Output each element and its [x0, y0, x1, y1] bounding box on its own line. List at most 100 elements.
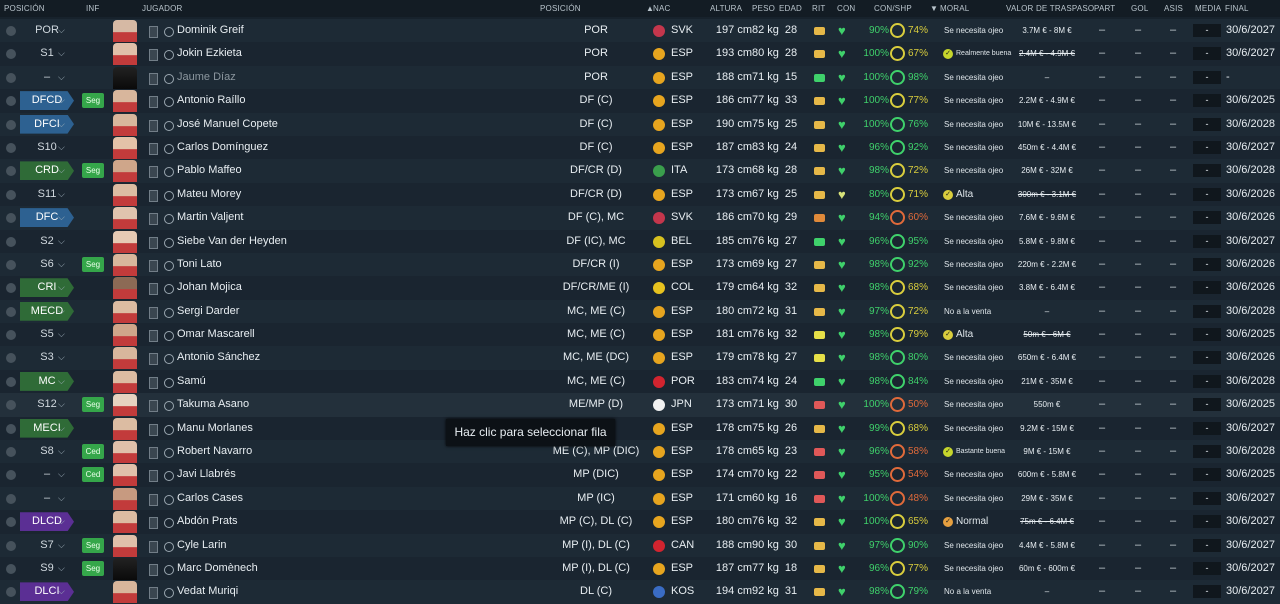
- chevron-down-icon[interactable]: ⌵: [58, 557, 68, 580]
- col-posicion[interactable]: POSICIÓN: [4, 4, 45, 13]
- col-rit[interactable]: RIT: [812, 4, 826, 13]
- row-checkbox[interactable]: [6, 166, 16, 177]
- row-checkbox[interactable]: [6, 213, 16, 224]
- chevron-down-icon[interactable]: ⌵: [58, 300, 68, 323]
- chevron-down-icon[interactable]: ⌵: [58, 89, 68, 112]
- player-name[interactable]: Jaume Díaz: [177, 66, 236, 89]
- player-name[interactable]: Siebe Van der Heyden: [177, 230, 287, 253]
- col-moral[interactable]: MORAL: [940, 4, 969, 13]
- row-checkbox[interactable]: [6, 236, 16, 247]
- table-row[interactable]: MC ⌵ Samú MC, ME (C) POR 183 cm 74 kg 24 ♥ 98% 84%…: [0, 369, 1280, 394]
- row-checkbox[interactable]: [6, 353, 16, 364]
- table-row[interactable]: DFCD ⌵ Seg Antonio Raíllo DF (C) ESP 186 cm 77 …: [0, 89, 1280, 113]
- chevron-down-icon[interactable]: ⌵: [58, 42, 68, 65]
- row-checkbox[interactable]: [6, 283, 16, 294]
- table-row[interactable]: S6 ⌵ Seg Toni Lato DF/CR (I) ESP 173 cm 69 kg 27…: [0, 252, 1280, 277]
- chevron-down-icon[interactable]: ⌵: [58, 370, 68, 393]
- col-valor[interactable]: VALOR DE TRASPASO: [1006, 4, 1094, 13]
- table-row[interactable]: S7 ⌵ Seg Cyle Larin MP (I), DL (C) CAN 188 cm 9…: [0, 533, 1280, 557]
- chevron-down-icon[interactable]: ⌵: [58, 440, 68, 463]
- col-media[interactable]: MEDIA: [1195, 4, 1221, 13]
- player-name[interactable]: Sergi Darder: [177, 300, 239, 323]
- player-name[interactable]: Mateu Morey: [177, 183, 241, 206]
- player-name[interactable]: Toni Lato: [177, 253, 222, 276]
- player-name[interactable]: Cyle Larin: [177, 534, 227, 557]
- player-name[interactable]: Robert Navarro: [177, 440, 252, 463]
- col-part[interactable]: PART: [1094, 4, 1115, 13]
- chevron-down-icon[interactable]: ⌵: [58, 159, 68, 182]
- row-checkbox[interactable]: [6, 400, 16, 411]
- chevron-down-icon[interactable]: ⌵: [58, 534, 68, 557]
- col-jugador[interactable]: JUGADOR: [142, 4, 183, 13]
- row-checkbox[interactable]: [6, 330, 16, 341]
- table-row[interactable]: DFC ⌵ Martin Valjent DF (C), MC SVK 186 cm 70 …: [0, 206, 1280, 230]
- chevron-down-icon[interactable]: ⌵: [58, 276, 68, 299]
- player-name[interactable]: Vedat Muriqi: [177, 580, 238, 603]
- chevron-down-icon[interactable]: ⌵: [58, 206, 68, 229]
- row-checkbox[interactable]: [6, 587, 16, 598]
- table-row[interactable]: S9 ⌵ Seg Marc Domènech MP (I), DL (C) ESP 187 …: [0, 556, 1280, 581]
- chevron-down-icon[interactable]: ⌵: [58, 19, 68, 42]
- player-name[interactable]: Manu Morlanes: [177, 417, 253, 440]
- table-row[interactable]: DLCD ⌵ Abdón Prats MP (C), DL (C) ESP 180 cm 7…: [0, 510, 1280, 534]
- player-name[interactable]: Carlos Cases: [177, 487, 243, 510]
- chevron-down-icon[interactable]: ⌵: [58, 393, 68, 416]
- row-checkbox[interactable]: [6, 493, 16, 504]
- player-name[interactable]: Marc Domènech: [177, 557, 258, 580]
- player-name[interactable]: Samú: [177, 370, 206, 393]
- table-row[interactable]: MECI⌵Manu Morlanes(C)ESP178 cm75 kg26♥99…: [0, 416, 1280, 441]
- table-row[interactable]: MECD ⌵ Sergi Darder MC, ME (C) ESP 180 cm 72 k…: [0, 299, 1280, 324]
- chevron-down-icon[interactable]: ⌵: [58, 346, 68, 369]
- col-posicion2[interactable]: POSICIÓN: [540, 4, 581, 13]
- chevron-down-icon[interactable]: ⌵: [58, 66, 68, 89]
- col-gol[interactable]: GOL: [1131, 4, 1149, 13]
- col-peso[interactable]: PESO: [752, 4, 775, 13]
- player-name[interactable]: Abdón Prats: [177, 510, 238, 533]
- table-row[interactable]: CRD ⌵ Seg Pablo Maffeo DF/CR (D) ITA 173 cm 68 …: [0, 159, 1280, 183]
- player-name[interactable]: Pablo Maffeo: [177, 159, 242, 182]
- chevron-down-icon[interactable]: ⌵: [58, 417, 68, 440]
- row-checkbox[interactable]: [6, 259, 16, 270]
- player-name[interactable]: Johan Mojica: [177, 276, 242, 299]
- col-nac[interactable]: NAC: [653, 4, 671, 13]
- table-row[interactable]: – ⌵ Jaume Díaz POR ESP 188 cm 71 kg 15 ♥ 100% 98% S…: [0, 65, 1280, 90]
- chevron-down-icon[interactable]: ⌵: [58, 487, 68, 510]
- row-checkbox[interactable]: [6, 517, 16, 528]
- player-name[interactable]: Javi Llabrés: [177, 463, 236, 486]
- row-checkbox[interactable]: [6, 72, 16, 83]
- table-row[interactable]: DLCI ⌵ Vedat Muriqi DL (C) KOS 194 cm 92 kg 31 ♥…: [0, 580, 1280, 604]
- col-inf[interactable]: INF: [86, 4, 100, 13]
- row-checkbox[interactable]: [6, 563, 16, 574]
- row-checkbox[interactable]: [6, 423, 16, 434]
- col-asis[interactable]: ASIS: [1164, 4, 1183, 13]
- player-name[interactable]: Antonio Sánchez: [177, 346, 260, 369]
- chevron-down-icon[interactable]: ⌵: [58, 253, 68, 276]
- chevron-down-icon[interactable]: ⌵: [58, 136, 68, 159]
- table-row[interactable]: – ⌵ Carlos Cases MP (IC) ESP 171 cm 60 kg 16 ♥ 10…: [0, 486, 1280, 511]
- row-checkbox[interactable]: [6, 447, 16, 458]
- table-row[interactable]: S12 ⌵ Seg Takuma Asano ME/MP (D) JPN 173 cm 71 …: [0, 393, 1280, 417]
- table-row[interactable]: CRI ⌵ Johan Mojica DF/CR/ME (I) COL 179 cm 64 …: [0, 276, 1280, 300]
- player-name[interactable]: Takuma Asano: [177, 393, 249, 416]
- chevron-down-icon[interactable]: ⌵: [58, 580, 68, 603]
- chevron-down-icon[interactable]: ⌵: [58, 113, 68, 136]
- col-edad[interactable]: EDAD: [779, 4, 802, 13]
- table-row[interactable]: – ⌵ Ced Javi Llabrés MP (DIC) ESP 174 cm 70 kg 2…: [0, 463, 1280, 487]
- player-name[interactable]: José Manuel Copete: [177, 113, 278, 136]
- row-checkbox[interactable]: [6, 376, 16, 387]
- row-checkbox[interactable]: [6, 540, 16, 551]
- table-row[interactable]: S1 ⌵ Jokin Ezkieta POR ESP 193 cm 80 kg 28 ♥ 100%…: [0, 42, 1280, 66]
- table-row[interactable]: S3 ⌵ Antonio Sánchez MC, ME (DC) ESP 179 cm 78…: [0, 346, 1280, 370]
- row-checkbox[interactable]: [6, 49, 16, 60]
- table-row[interactable]: S8 ⌵ Ced Robert Navarro ME (C), MP (DIC) ESP 1…: [0, 440, 1280, 464]
- row-checkbox[interactable]: [6, 26, 16, 36]
- player-name[interactable]: Martin Valjent: [177, 206, 243, 229]
- table-row[interactable]: S11 ⌵ Mateu Morey DF/CR (D) ESP 173 cm 67 kg 25…: [0, 182, 1280, 207]
- col-conshp[interactable]: CON/SHP: [874, 4, 912, 13]
- row-checkbox[interactable]: [6, 142, 16, 153]
- table-row[interactable]: S2 ⌵ Siebe Van der Heyden DF (IC), MC BEL 185…: [0, 229, 1280, 253]
- chevron-down-icon[interactable]: ⌵: [58, 323, 68, 346]
- chevron-down-icon[interactable]: ⌵: [58, 463, 68, 486]
- player-name[interactable]: Jokin Ezkieta: [177, 42, 242, 65]
- col-altura[interactable]: ALTURA: [710, 4, 742, 13]
